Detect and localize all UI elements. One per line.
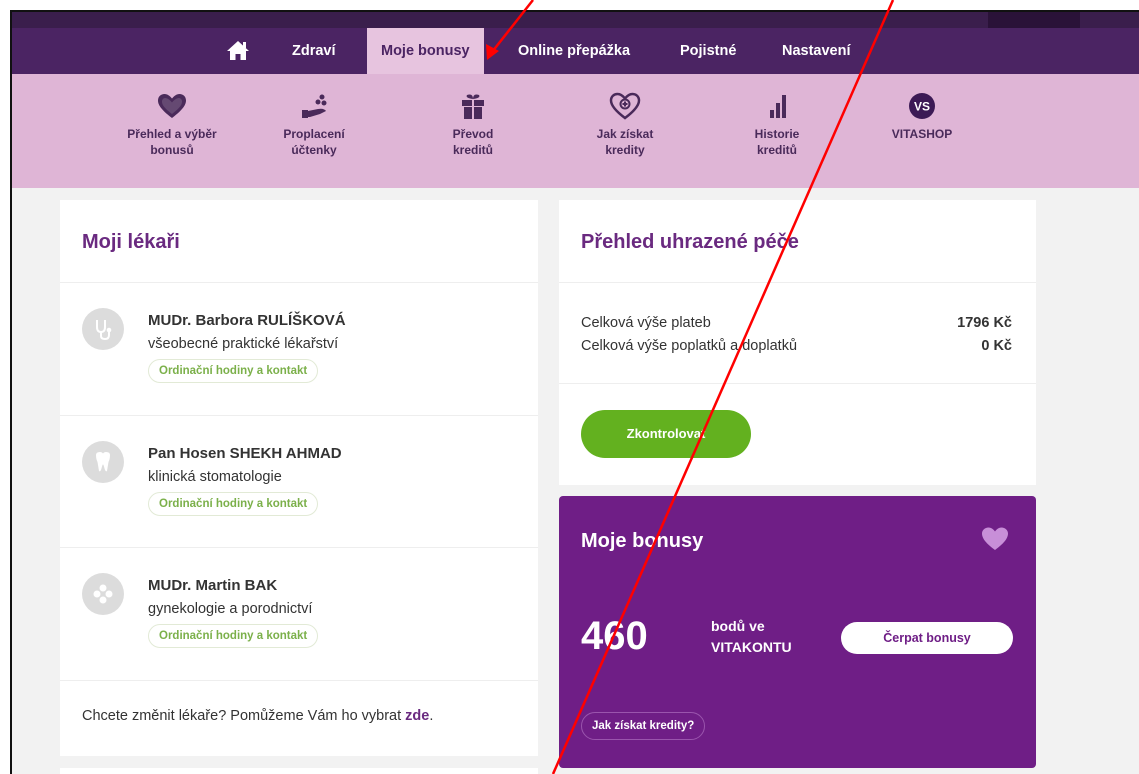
care-card: Přehled uhrazené péče Celková výše plate… bbox=[559, 200, 1036, 485]
subnav-item-proplaceni[interactable]: Proplacení účtenky bbox=[254, 92, 374, 158]
doctor-avatar bbox=[82, 573, 124, 615]
doctor-name: MUDr. Barbora RULÍŠKOVÁ bbox=[148, 312, 346, 329]
doctor-item: MUDr. Martin BAK gynekologie a porodnict… bbox=[60, 547, 538, 680]
subnav-label: VITASHOP bbox=[891, 127, 953, 141]
doctors-title: Moji lékaři bbox=[82, 231, 180, 253]
doctor-item: Pan Hosen SHEKH AHMAD klinická stomatolo… bbox=[60, 415, 538, 547]
tooth-icon bbox=[96, 452, 110, 472]
doctor-specialty: gynekologie a porodnictví bbox=[148, 601, 313, 617]
payment-value: 1796 Kč bbox=[957, 315, 1012, 331]
flower-icon bbox=[93, 584, 113, 604]
subnav-label: Jak získat kredity bbox=[596, 127, 654, 157]
heart-icon bbox=[158, 94, 186, 118]
nav-item-moje-bonusy[interactable]: Moje bonusy bbox=[367, 28, 484, 74]
heart-icon bbox=[982, 527, 1008, 550]
doctor-item: MUDr. Barbora RULÍŠKOVÁ všeobecné prakti… bbox=[60, 282, 538, 415]
doctor-avatar bbox=[82, 308, 124, 350]
change-doctor-period: . bbox=[429, 708, 434, 724]
subnav-label: Převod kreditů bbox=[452, 127, 494, 157]
payment-label: Celková výše plateb bbox=[581, 315, 711, 331]
bar-chart-icon bbox=[770, 95, 786, 118]
divider bbox=[60, 680, 538, 681]
divider bbox=[559, 383, 1036, 384]
subnav-item-vitashop[interactable]: VS VITASHOP bbox=[862, 92, 982, 142]
how-to-get-credits-button[interactable]: Jak získat kredity? bbox=[581, 712, 706, 740]
subnav-item-historie[interactable]: Historie kreditů bbox=[717, 92, 837, 158]
change-doctor-text: Chcete změnit lékaře? Pomůžeme Vám ho vy… bbox=[82, 708, 433, 724]
payment-row: Celková výše plateb 1796 Kč bbox=[581, 315, 1012, 331]
nav-item-nastaveni[interactable]: Nastavení bbox=[768, 28, 865, 74]
subnav-item-jak-ziskat[interactable]: Jak získat kredity bbox=[565, 92, 685, 158]
doctor-name: Pan Hosen SHEKH AHMAD bbox=[148, 445, 342, 462]
subnav-item-prehled[interactable]: Přehled a výběr bonusů bbox=[112, 92, 232, 158]
divider bbox=[559, 282, 1036, 283]
care-title: Přehled uhrazené péče bbox=[581, 231, 799, 253]
top-strip-block bbox=[988, 12, 1080, 28]
nav-item-online-prepazka[interactable]: Online přepážka bbox=[504, 28, 644, 74]
bonus-points-label: bodů ve VITAKONTU bbox=[711, 618, 792, 655]
top-strip bbox=[12, 12, 1139, 28]
doctors-card: Moji lékaři MUDr. Barbora RULÍŠKOVÁ všeo… bbox=[60, 200, 538, 756]
change-doctor-link[interactable]: zde bbox=[405, 708, 429, 724]
main-nav: Zdraví Moje bonusy Online přepážka Pojis… bbox=[12, 28, 1139, 74]
svg-text:VS: VS bbox=[914, 100, 930, 114]
doctor-specialty: klinická stomatologie bbox=[148, 469, 282, 485]
subnav-item-prevod[interactable]: Převod kreditů bbox=[413, 92, 533, 158]
next-card bbox=[60, 768, 538, 774]
payment-value: 0 Kč bbox=[981, 338, 1012, 354]
sub-nav: Přehled a výběr bonusů Proplacení účtenk… bbox=[12, 74, 1139, 188]
nav-item-zdravi[interactable]: Zdraví bbox=[278, 28, 350, 74]
heart-plus-icon bbox=[609, 92, 641, 120]
subnav-label: Přehled a výběr bonusů bbox=[127, 127, 217, 157]
check-button[interactable]: Zkontrolovat bbox=[581, 410, 751, 458]
bonus-points: 460 bbox=[581, 614, 648, 658]
bonus-card: Moje bonusy 460 bodů ve VITAKONTU Čerpat… bbox=[559, 496, 1036, 768]
nav-item-pojistne[interactable]: Pojistné bbox=[666, 28, 750, 74]
payment-label: Celková výše poplatků a doplatků bbox=[581, 338, 798, 354]
doctor-contact-button[interactable]: Ordinační hodiny a kontakt bbox=[148, 624, 319, 648]
hand-coins-icon bbox=[302, 94, 327, 118]
home-icon[interactable] bbox=[226, 39, 250, 61]
use-bonus-button[interactable]: Čerpat bonusy bbox=[841, 622, 1013, 654]
payment-row: Celková výše poplatků a doplatků 0 Kč bbox=[581, 338, 1012, 354]
gift-icon bbox=[462, 94, 484, 119]
doctor-contact-button[interactable]: Ordinační hodiny a kontakt bbox=[148, 492, 319, 516]
doctor-contact-button[interactable]: Ordinační hodiny a kontakt bbox=[148, 359, 319, 383]
app-window: Zdraví Moje bonusy Online přepážka Pojis… bbox=[10, 10, 1139, 774]
doctor-specialty: všeobecné praktické lékařství bbox=[148, 336, 339, 352]
doctor-avatar bbox=[82, 441, 124, 483]
bonus-title: Moje bonusy bbox=[581, 530, 704, 552]
change-doctor-prompt: Chcete změnit lékaře? Pomůžeme Vám ho vy… bbox=[82, 708, 406, 724]
stethoscope-icon bbox=[96, 320, 112, 341]
doctor-name: MUDr. Martin BAK bbox=[148, 577, 278, 594]
subnav-label: Proplacení účtenky bbox=[283, 127, 345, 157]
subnav-label: Historie kreditů bbox=[754, 127, 800, 157]
vs-logo-icon: VS bbox=[909, 93, 935, 119]
